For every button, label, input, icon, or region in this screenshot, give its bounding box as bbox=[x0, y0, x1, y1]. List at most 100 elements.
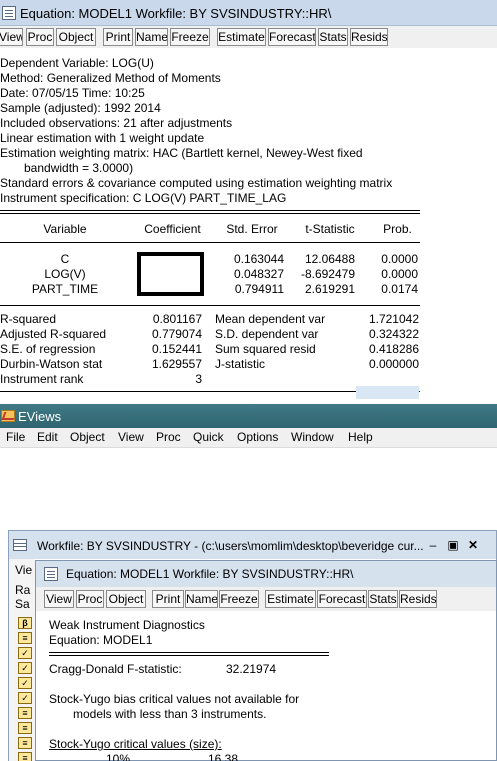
cragg-donald-label: Cragg-Donald F-statistic: bbox=[49, 662, 182, 676]
row-part-time-std-error: 0.794911 bbox=[234, 282, 284, 296]
stat-r-squared-label: R-squared bbox=[0, 312, 57, 326]
minimize-icon[interactable]: – bbox=[425, 537, 441, 553]
menu-options[interactable]: Options bbox=[237, 430, 278, 444]
weak-instrument-heading: Weak Instrument Diagnostics bbox=[49, 618, 205, 632]
menu-object[interactable]: Object bbox=[70, 430, 105, 444]
diag-rule-2 bbox=[49, 655, 329, 656]
proc-button[interactable]: Proc bbox=[26, 28, 54, 46]
menu-quick[interactable]: Quick bbox=[193, 430, 224, 444]
forecast-button[interactable]: Forecast bbox=[268, 28, 316, 46]
stat-mean-dep-value: 1.721042 bbox=[368, 312, 419, 326]
workfile-view-tab[interactable]: Vie bbox=[15, 563, 32, 577]
row-part-time-prob: 0.0174 bbox=[381, 282, 418, 296]
stat-mean-dep-label: Mean dependent var bbox=[215, 312, 326, 326]
object-button[interactable]: Object bbox=[56, 28, 96, 46]
equation-window-icon bbox=[2, 6, 16, 20]
stat-j-statistic-label: J-statistic bbox=[215, 357, 266, 371]
table-body-rule bbox=[0, 305, 420, 306]
stat-r-squared-value: 0.801167 bbox=[152, 312, 202, 326]
series-object-icon[interactable]: ✓ bbox=[18, 677, 32, 689]
diag-rule-1 bbox=[49, 652, 329, 653]
menu-help[interactable]: Help bbox=[348, 430, 373, 444]
menu-view[interactable]: View bbox=[118, 430, 144, 444]
inner-equation-title: Equation: MODEL1 Workfile: BY SVSINDUSTR… bbox=[66, 567, 354, 581]
resids-button[interactable]: Resids bbox=[350, 28, 388, 46]
workfile-icon bbox=[13, 539, 27, 551]
table-header-rule bbox=[0, 242, 420, 243]
menu-edit[interactable]: Edit bbox=[37, 430, 58, 444]
stat-instrument-rank-label: Instrument rank bbox=[0, 372, 84, 386]
maximize-icon[interactable]: ▣ bbox=[445, 537, 461, 553]
equation-toolbar: View Proc Object Print Name Freeze Estim… bbox=[0, 26, 497, 48]
close-icon[interactable]: ✕ bbox=[465, 537, 481, 553]
workfile-sidebar: Vie Ra Sa β ≡ ✓ ✓ ✓ ✓ ≡ ≡ ≡ ≡ bbox=[9, 559, 35, 761]
equation-object-icon[interactable]: ≡ bbox=[18, 722, 32, 734]
inner-view-button[interactable]: View bbox=[44, 590, 74, 608]
series-object-icon[interactable]: ✓ bbox=[18, 662, 32, 674]
inner-name-button[interactable]: Name bbox=[185, 590, 218, 608]
inner-resids-button[interactable]: Resids bbox=[399, 590, 437, 608]
stat-adj-r-squared-label: Adjusted R-squared bbox=[0, 327, 107, 341]
row-logv-t-stat: -8.692479 bbox=[300, 267, 355, 281]
table-top-rule bbox=[0, 210, 420, 211]
series-object-icon[interactable]: ✓ bbox=[18, 647, 32, 659]
print-button[interactable]: Print bbox=[103, 28, 133, 46]
menu-file[interactable]: File bbox=[6, 430, 25, 444]
method-line: Method: Generalized Method of Moments bbox=[0, 71, 221, 85]
header-t-statistic: t-Statistic bbox=[305, 222, 355, 236]
stat-sd-dep-label: S.D. dependent var bbox=[215, 327, 319, 341]
inner-equation-titlebar[interactable]: Equation: MODEL1 Workfile: BY SVSINDUSTR… bbox=[36, 561, 496, 587]
header-prob: Prob. bbox=[383, 222, 412, 236]
eviews-titlebar[interactable]: EViews bbox=[0, 404, 497, 428]
stat-durbin-watson-value: 1.629557 bbox=[151, 357, 202, 371]
view-button[interactable]: View bbox=[0, 28, 23, 46]
inner-proc-button[interactable]: Proc bbox=[76, 590, 104, 608]
inner-forecast-button[interactable]: Forecast bbox=[317, 590, 367, 608]
estimate-button[interactable]: Estimate bbox=[217, 28, 266, 46]
inner-print-button[interactable]: Print bbox=[152, 590, 184, 608]
name-button[interactable]: Name bbox=[135, 28, 168, 46]
stat-adj-r-squared-value: 0.779074 bbox=[151, 327, 202, 341]
menu-window[interactable]: Window bbox=[291, 430, 334, 444]
bandwidth-line: bandwidth = 3.0000) bbox=[24, 161, 134, 175]
header-coefficient: Coefficient bbox=[144, 222, 201, 236]
coefficient-redaction-box bbox=[137, 252, 204, 296]
series-object-icon[interactable]: ✓ bbox=[18, 692, 32, 704]
stock-yugo-note-2: models with less than 3 instruments. bbox=[73, 707, 267, 721]
equation-object-icon[interactable]: ≡ bbox=[18, 752, 32, 761]
equation-object-icon[interactable]: ≡ bbox=[18, 707, 32, 719]
standard-errors-line: Standard errors & covariance computed us… bbox=[0, 176, 393, 190]
workfile-sample-label[interactable]: Sa bbox=[15, 597, 30, 611]
row-variable-c: C bbox=[60, 252, 70, 266]
date-line: Date: 07/05/15 Time: 10:25 bbox=[0, 86, 145, 100]
coef-vector-icon[interactable]: β bbox=[18, 617, 32, 629]
inner-object-button[interactable]: Object bbox=[106, 590, 146, 608]
menu-proc[interactable]: Proc bbox=[156, 430, 181, 444]
stats-button[interactable]: Stats bbox=[318, 28, 348, 46]
cragg-donald-value: 32.21974 bbox=[226, 662, 277, 676]
equation-window-title: Equation: MODEL1 Workfile: BY SVSINDUSTR… bbox=[20, 6, 332, 21]
estimation-line: Linear estimation with 1 weight update bbox=[0, 131, 205, 145]
row-c-t-stat: 12.06488 bbox=[304, 252, 355, 266]
equation-titlebar[interactable]: Equation: MODEL1 Workfile: BY SVSINDUSTR… bbox=[0, 0, 497, 26]
equation-object-icon[interactable]: ≡ bbox=[18, 632, 32, 644]
row-variable-logv: LOG(V) bbox=[44, 267, 86, 281]
dependent-variable-line: Dependent Variable: LOG(U) bbox=[0, 56, 154, 70]
workfile-titlebar[interactable]: Workfile: BY SVSINDUSTRY - (c:\users\mom… bbox=[9, 531, 496, 559]
inner-freeze-button[interactable]: Freeze bbox=[219, 590, 259, 608]
stat-instrument-rank-value: 3 bbox=[195, 372, 202, 386]
workfile-range-label[interactable]: Ra bbox=[15, 583, 30, 597]
inner-stats-button[interactable]: Stats bbox=[368, 590, 398, 608]
stat-j-statistic-value: 0.000000 bbox=[368, 357, 419, 371]
table-top-rule-2 bbox=[0, 213, 420, 214]
size-row-value: 16.38 bbox=[208, 752, 239, 761]
row-part-time-t-stat: 2.619291 bbox=[304, 282, 355, 296]
inner-equation-icon bbox=[44, 567, 58, 581]
inner-estimate-button[interactable]: Estimate bbox=[265, 590, 316, 608]
freeze-button[interactable]: Freeze bbox=[170, 28, 210, 46]
stock-yugo-size-heading: Stock-Yugo critical values (size): bbox=[49, 737, 222, 751]
stock-yugo-note-1: Stock-Yugo bias critical values not avai… bbox=[49, 692, 300, 706]
size-row-label: 10% bbox=[106, 752, 131, 761]
inner-equation-toolbar: View Proc Object Print Name Freeze Estim… bbox=[36, 587, 496, 611]
equation-object-icon[interactable]: ≡ bbox=[18, 737, 32, 749]
